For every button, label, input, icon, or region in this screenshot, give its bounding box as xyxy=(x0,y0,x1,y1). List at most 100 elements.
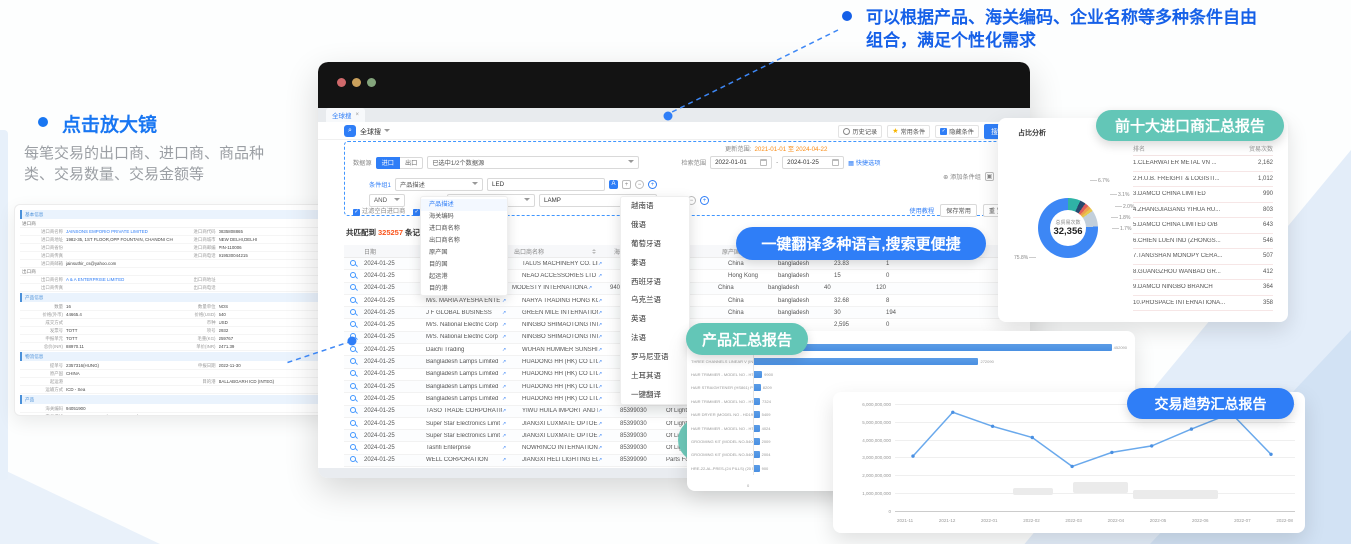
minimize-window-icon[interactable] xyxy=(352,78,361,87)
rank-row[interactable]: 7.TANGSHAN MONOPY CERA... 507 xyxy=(1133,249,1273,265)
language-menu-item[interactable]: 西班牙语 xyxy=(621,273,689,292)
cell-importer[interactable]: Bangladesh Lamps Limited xyxy=(426,359,502,365)
company-link-icon[interactable]: ↗ xyxy=(598,322,608,328)
company-link-icon[interactable]: ↗ xyxy=(598,273,608,279)
company-link-icon[interactable]: ↗ xyxy=(598,433,608,439)
language-menu-item[interactable]: 一键翻译 xyxy=(621,386,689,405)
bar[interactable] xyxy=(754,384,761,391)
company-link-icon[interactable]: ↗ xyxy=(502,322,512,328)
cell-importer[interactable]: Tashfi Enterprise xyxy=(426,445,502,451)
cell-exporter[interactable]: JIANGXI LUXMATE OPTOELECT xyxy=(522,433,598,439)
magnifier-icon[interactable] xyxy=(350,321,358,329)
cell-importer[interactable]: Daichi Trading xyxy=(426,347,502,353)
magnifier-icon[interactable] xyxy=(350,432,358,440)
rank-row[interactable]: 5.DAMCO CHINA LIMITED O/B 643 xyxy=(1133,218,1273,234)
bar[interactable] xyxy=(754,438,760,445)
language-menu-item[interactable]: 乌克兰语 xyxy=(621,291,689,310)
keyword-input-1[interactable]: LED xyxy=(487,178,605,191)
field-menu-item[interactable]: 原产国 xyxy=(421,247,507,259)
header-exporter[interactable]: 出口商名称 xyxy=(514,247,590,256)
language-menu-item[interactable]: 俄语 xyxy=(621,216,689,235)
cell-exporter[interactable]: YIWU HUILA IMPORT AND EXP xyxy=(522,408,598,414)
rank-row[interactable]: 3.DAMCO CHINA LIMITED 990 xyxy=(1133,187,1273,203)
close-window-icon[interactable] xyxy=(337,78,346,87)
bar[interactable] xyxy=(754,425,760,432)
date-to-input[interactable]: 2024-01-25 xyxy=(782,156,844,169)
cell-exporter[interactable]: NOWRINCO INTERNATIONAL xyxy=(522,445,598,451)
magnifier-icon[interactable] xyxy=(350,346,358,354)
cell-exporter[interactable]: TALUS MACHINERY CO. LIMIT xyxy=(522,261,598,267)
magnifier-icon[interactable] xyxy=(350,407,358,415)
company-link-icon[interactable]: ↗ xyxy=(598,421,608,427)
bar[interactable] xyxy=(754,344,1112,351)
company-link-icon[interactable]: ↗ xyxy=(598,334,608,340)
cell-exporter[interactable]: NARYA TRADING HONG KONG xyxy=(522,298,598,304)
field-menu-item[interactable]: 产品描述 xyxy=(421,199,507,211)
language-menu-item[interactable]: 法语 xyxy=(621,329,689,348)
header-date[interactable]: 日期 xyxy=(364,247,426,256)
magnifier-icon[interactable] xyxy=(350,395,358,403)
magnifier-icon[interactable] xyxy=(350,260,358,268)
rank-row[interactable]: 1.CLEARWATER METAL VN ... 2,162 xyxy=(1133,156,1273,172)
field-menu-item[interactable]: 目的港 xyxy=(421,283,507,295)
bar[interactable] xyxy=(754,398,760,405)
company-link-icon[interactable]: ↗ xyxy=(502,371,512,377)
filter-blank-importer-checkbox[interactable]: ✓过滤空白进口商 xyxy=(353,206,405,216)
company-link-icon[interactable]: ↗ xyxy=(502,334,512,340)
field-menu-item[interactable]: 海关编码 xyxy=(421,211,507,223)
cell-exporter[interactable]: GREEN MILE INTERNATIONAL xyxy=(522,310,598,316)
field-select-1[interactable]: 产品描述 xyxy=(395,178,483,191)
cell-importer[interactable]: Super Star Electronics Limit xyxy=(426,433,502,439)
cell-exporter[interactable]: HUADONG HH (HK) CO LTD. U xyxy=(522,359,598,365)
company-link-icon[interactable]: ↗ xyxy=(598,261,608,267)
bar[interactable] xyxy=(754,371,762,378)
help-link[interactable]: 使用教程 xyxy=(909,206,934,215)
company-link-icon[interactable]: ↗ xyxy=(502,359,512,365)
export-toggle[interactable]: 出口 xyxy=(400,157,423,169)
save-favorite-button[interactable]: 保存常用 xyxy=(940,204,977,217)
translate-icon[interactable]: A xyxy=(609,180,618,189)
cell-exporter[interactable]: WUHAN HUMMER SUNSHINE T xyxy=(522,347,598,353)
company-link-icon[interactable]: ↗ xyxy=(598,408,608,414)
bar[interactable] xyxy=(754,451,760,458)
cell-exporter[interactable]: MODESTY INTERNATIONAL LI xyxy=(512,285,588,291)
cell-exporter[interactable]: HUADONG HH (HK) CO LTD. U xyxy=(522,396,598,402)
bar[interactable] xyxy=(754,465,760,472)
language-menu-item[interactable]: 英语 xyxy=(621,310,689,329)
import-toggle[interactable]: 进口 xyxy=(376,157,400,169)
field-menu-item[interactable]: 进口商名称 xyxy=(421,223,507,235)
company-link-icon[interactable]: ↗ xyxy=(502,433,512,439)
company-link-icon[interactable]: ↗ xyxy=(598,310,608,316)
magnifier-icon[interactable] xyxy=(350,444,358,452)
company-link-icon[interactable]: ↗ xyxy=(502,384,512,390)
field-menu-item[interactable]: 目的国 xyxy=(421,259,507,271)
language-menu-item[interactable]: 越南语 xyxy=(621,197,689,216)
company-link-icon[interactable]: ↗ xyxy=(598,371,608,377)
maximize-window-icon[interactable] xyxy=(367,78,376,87)
cell-importer[interactable]: WELL CORPORATION xyxy=(426,457,502,463)
company-link-icon[interactable]: ↗ xyxy=(502,396,512,402)
language-menu-item[interactable]: 泰语 xyxy=(621,254,689,273)
cell-importer[interactable]: J F GLOBAL BUSINESS xyxy=(426,310,502,316)
cell-importer[interactable]: TASO TRADE CORPORATIO xyxy=(426,408,502,414)
cell-exporter[interactable]: JIANGXI HELI LIGHTING ELEC xyxy=(522,457,598,463)
cell-importer[interactable]: M/S. National Electric Corp xyxy=(426,322,502,328)
cell-importer[interactable]: M/s. MARIA AYESHA ENTE xyxy=(426,298,502,304)
datasource-select[interactable]: 已选中1/2个数据源 xyxy=(427,156,639,169)
date-from-input[interactable]: 2022-01-01 xyxy=(710,156,772,169)
magnifier-icon[interactable] xyxy=(350,333,358,341)
cell-importer[interactable]: Bangladesh Lamps Limited xyxy=(426,371,502,377)
cell-exporter[interactable]: NINGBO SHIMAOTONG INTER xyxy=(522,322,598,328)
add-condition-group-link[interactable]: ⊕ 添加条件组 xyxy=(943,172,981,181)
language-menu-item[interactable]: 罗马尼亚语 xyxy=(621,348,689,367)
company-link-icon[interactable]: ↗ xyxy=(598,359,608,365)
bar[interactable] xyxy=(754,358,978,365)
company-link-icon[interactable]: ↗ xyxy=(598,445,608,451)
rank-row[interactable]: 9.DAMCO NINGBO BRANCH 364 xyxy=(1133,280,1273,296)
field-menu-item[interactable]: 起运港 xyxy=(421,271,507,283)
magnifier-icon[interactable] xyxy=(350,456,358,464)
magnifier-icon[interactable] xyxy=(350,284,358,292)
cell-exporter[interactable]: HUADONG HH (HK) CO LTD. U xyxy=(522,384,598,390)
cell-importer[interactable]: Super Star Electronics Limit xyxy=(426,421,502,427)
language-menu-item[interactable]: 土耳其语 xyxy=(621,367,689,386)
